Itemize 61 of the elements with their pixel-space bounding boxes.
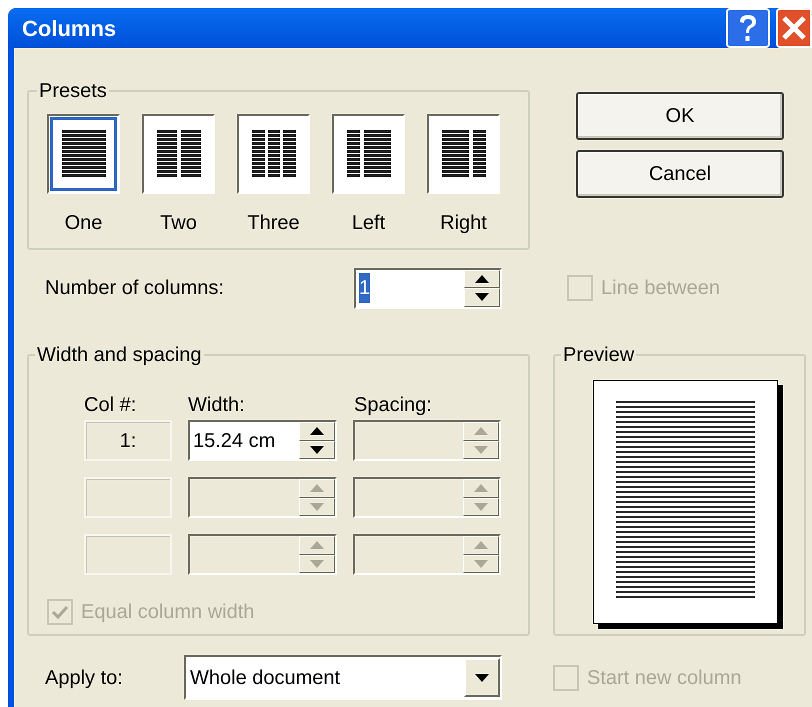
columns-layout-icon (346, 130, 390, 178)
checkbox-label: Line between (601, 276, 720, 301)
spin-down-button[interactable] (299, 440, 335, 459)
spin-up-button[interactable] (464, 270, 500, 288)
caret-icon (475, 674, 489, 682)
columns-layout-icon (62, 130, 106, 178)
columns-layout-icon (252, 130, 296, 178)
preset-button[interactable] (332, 114, 405, 194)
down-arrow-icon (475, 293, 489, 302)
up-arrow-icon (310, 484, 324, 492)
preset-label: One (64, 211, 102, 236)
checkbox-label: Equal column width (81, 600, 254, 625)
preset-label: Right (440, 211, 487, 236)
dialog-button[interactable]: Cancel (576, 150, 784, 198)
window-title: Columns (22, 14, 116, 42)
preset-label: Three (247, 211, 300, 236)
dialog-button[interactable]: OK (576, 92, 784, 140)
down-arrow-icon (474, 446, 488, 454)
help-button[interactable] (726, 8, 770, 48)
field-label: Apply to: (45, 666, 124, 690)
dropdown-value: Whole document (189, 666, 342, 690)
field-label: Number of columns: (45, 276, 225, 301)
preset-button[interactable] (237, 114, 310, 194)
column-header: Spacing: (354, 393, 433, 414)
check-icon (52, 605, 68, 619)
checkbox-label: Start new column (587, 666, 742, 690)
column-header: Col #: (84, 393, 138, 414)
up-arrow-icon (474, 541, 488, 550)
group-label: Width and spacing (36, 343, 203, 368)
apply-to-dropdown[interactable]: Whole document (184, 655, 502, 700)
group-label: Presets (38, 79, 108, 104)
columns-layout-icon (442, 130, 486, 178)
up-arrow-icon (475, 274, 489, 283)
spin-field[interactable]: 15.24 cm (188, 420, 337, 461)
down-arrow-icon (474, 560, 488, 568)
dropdown-arrow-button[interactable] (464, 658, 500, 697)
field-value: 15.24 cm (193, 428, 276, 454)
down-arrow-icon (310, 560, 324, 568)
close-button[interactable] (776, 8, 812, 48)
field-value: 1 (359, 273, 370, 303)
spin-field[interactable]: 1 (354, 268, 502, 308)
column-number-field: 1: (84, 420, 172, 461)
up-arrow-icon (310, 541, 324, 550)
column-header: Width: (188, 393, 246, 414)
down-arrow-icon (310, 446, 324, 454)
up-arrow-icon (474, 484, 488, 492)
close-icon (781, 15, 807, 41)
preset-button[interactable] (142, 114, 215, 194)
down-arrow-icon (310, 502, 324, 511)
spin-up-button[interactable] (299, 422, 335, 440)
preset-label: Left (352, 211, 386, 236)
preset-button[interactable] (47, 114, 120, 194)
spin-down-button[interactable] (464, 288, 500, 306)
preset-button[interactable] (427, 114, 500, 194)
group-label: Preview (562, 343, 636, 368)
down-arrow-icon (474, 502, 488, 511)
preset-label: Two (160, 211, 197, 236)
columns-layout-icon (156, 130, 200, 178)
help-icon (737, 13, 759, 43)
up-arrow-icon (310, 427, 324, 436)
up-arrow-icon (474, 427, 488, 436)
